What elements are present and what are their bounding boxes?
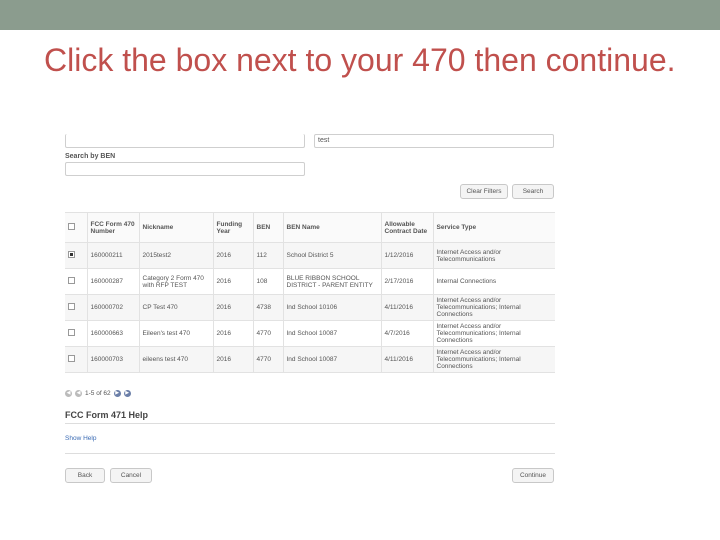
- row-checkbox[interactable]: [68, 355, 75, 362]
- cell-ben: 4770: [253, 320, 284, 347]
- table-row[interactable]: 160000702 CP Test 470 2016 4738 Ind Scho…: [65, 294, 555, 321]
- cell-470-number: 160000702: [87, 294, 140, 321]
- pagination: ◀ ◀ 1-5 of 62 ▶ ▶: [65, 388, 131, 398]
- last-page-icon[interactable]: ▶: [123, 389, 131, 397]
- header-funding-year[interactable]: Funding Year: [213, 212, 254, 243]
- clear-filters-button[interactable]: Clear Filters: [460, 184, 508, 199]
- table-header-row: FCC Form 470 Number Nickname Funding Yea…: [65, 212, 555, 243]
- back-button[interactable]: Back: [65, 468, 105, 483]
- cell-ben: 4738: [253, 294, 284, 321]
- table-row[interactable]: 160000287 Category 2 Form 470 with RFP T…: [65, 268, 555, 295]
- cell-funding-year: 2016: [213, 268, 254, 295]
- form-screenshot: test Search by BEN Clear Filters Search …: [60, 128, 558, 498]
- row-checkbox[interactable]: [68, 329, 75, 336]
- cell-nickname: CP Test 470: [139, 294, 214, 321]
- cell-ben-name: Ind School 10106: [283, 294, 382, 321]
- header-service-type[interactable]: Service Type: [433, 212, 555, 243]
- cell-funding-year: 2016: [213, 346, 254, 373]
- cell-ben-name: BLUE RIBBON SCHOOL DISTRICT - PARENT ENT…: [283, 268, 382, 295]
- cell-nickname: Category 2 Form 470 with RFP TEST: [139, 268, 214, 295]
- form-470-table: FCC Form 470 Number Nickname Funding Yea…: [65, 212, 555, 373]
- search-button[interactable]: Search: [512, 184, 554, 199]
- slide-title: Click the box next to your 470 then cont…: [44, 42, 676, 78]
- cell-nickname: 2015test2: [139, 242, 214, 269]
- cell-contract-date: 4/11/2016: [381, 294, 434, 321]
- cell-ben: 4770: [253, 346, 284, 373]
- search-by-ben-label: Search by BEN: [65, 153, 116, 160]
- cell-470-number: 160000211: [87, 242, 140, 269]
- help-section-title: FCC Form 471 Help: [65, 410, 149, 420]
- row-checkbox[interactable]: [68, 303, 75, 310]
- ben-search-input[interactable]: [65, 162, 305, 176]
- next-page-icon[interactable]: ▶: [113, 389, 121, 397]
- cell-service-type: Internet Access and/or Telecommunication…: [433, 320, 555, 347]
- cell-contract-date: 1/12/2016: [381, 242, 434, 269]
- cell-ben: 108: [253, 268, 284, 295]
- divider: [65, 423, 555, 424]
- table-row[interactable]: 160000663 Eileen's test 470 2016 4770 In…: [65, 320, 555, 347]
- header-ben[interactable]: BEN: [253, 212, 284, 243]
- table-row[interactable]: 160000703 eileens test 470 2016 4770 Ind…: [65, 346, 555, 373]
- cancel-button[interactable]: Cancel: [110, 468, 152, 483]
- first-page-icon[interactable]: ◀: [65, 389, 72, 397]
- cell-470-number: 160000703: [87, 346, 140, 373]
- cell-funding-year: 2016: [213, 294, 254, 321]
- cell-ben-name: School District 5: [283, 242, 382, 269]
- cell-470-number: 160000287: [87, 268, 140, 295]
- row-checkbox[interactable]: [68, 251, 75, 258]
- cell-service-type: Internet Access and/or Telecommunication…: [433, 346, 555, 373]
- cell-ben-name: Ind School 10087: [283, 346, 382, 373]
- header-contract-date[interactable]: Allowable Contract Date: [381, 212, 434, 243]
- cell-contract-date: 2/17/2016: [381, 268, 434, 295]
- header-select: [65, 212, 88, 243]
- header-nickname[interactable]: Nickname: [139, 212, 214, 243]
- cell-funding-year: 2016: [213, 242, 254, 269]
- cell-contract-date: 4/11/2016: [381, 346, 434, 373]
- cell-nickname: Eileen's test 470: [139, 320, 214, 347]
- search-input-top[interactable]: test: [314, 134, 554, 148]
- top-band: [0, 0, 720, 30]
- cell-ben-name: Ind School 10087: [283, 320, 382, 347]
- search-field-top-left[interactable]: [65, 134, 305, 148]
- cell-service-type: Internet Access and/or Telecommunication…: [433, 242, 555, 269]
- header-ben-name[interactable]: BEN Name: [283, 212, 382, 243]
- cell-service-type: Internal Connections: [433, 268, 555, 295]
- cell-contract-date: 4/7/2016: [381, 320, 434, 347]
- cell-funding-year: 2016: [213, 320, 254, 347]
- show-help-link[interactable]: Show Help: [65, 435, 96, 442]
- cell-ben: 112: [253, 242, 284, 269]
- cell-service-type: Internet Access and/or Telecommunication…: [433, 294, 555, 321]
- select-all-checkbox[interactable]: [68, 223, 75, 230]
- divider: [65, 453, 555, 454]
- cell-nickname: eileens test 470: [139, 346, 214, 373]
- pagination-text: 1-5 of 62: [85, 389, 111, 397]
- table-row[interactable]: 160000211 2015test2 2016 112 School Dist…: [65, 242, 555, 269]
- row-checkbox[interactable]: [68, 277, 75, 284]
- header-470-number[interactable]: FCC Form 470 Number: [87, 212, 140, 243]
- cell-470-number: 160000663: [87, 320, 140, 347]
- prev-page-icon[interactable]: ◀: [75, 389, 82, 397]
- continue-button[interactable]: Continue: [512, 468, 554, 483]
